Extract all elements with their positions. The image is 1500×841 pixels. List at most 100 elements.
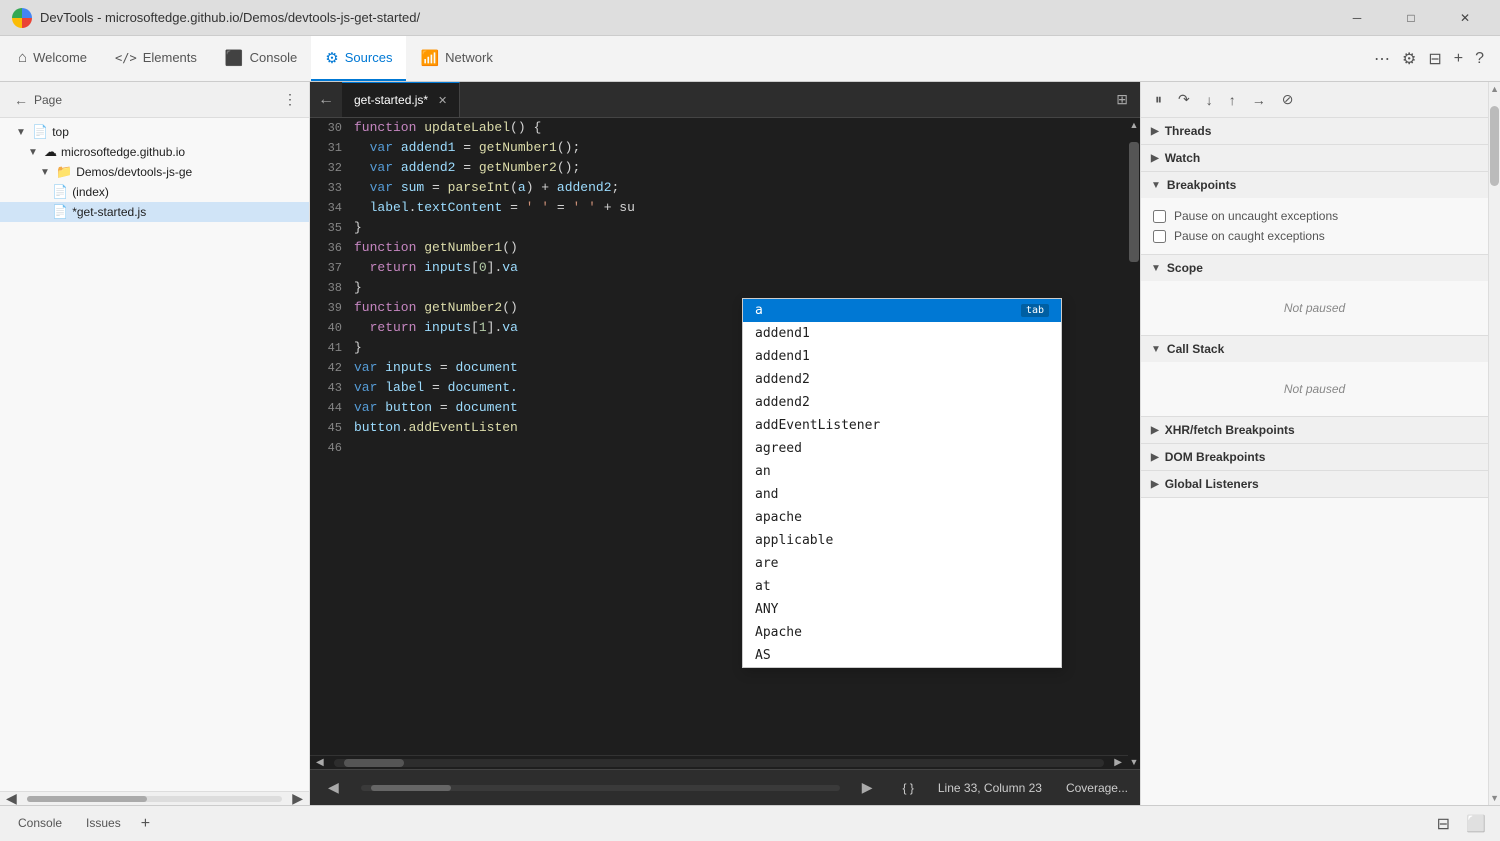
- callstack-header[interactable]: ▼ Call Stack: [1141, 336, 1488, 362]
- editor-tab-close[interactable]: ✕: [438, 94, 447, 107]
- watch-header[interactable]: ▶ Watch: [1141, 145, 1488, 171]
- ac-item-any[interactable]: ANY: [743, 598, 1061, 621]
- status-nav-right[interactable]: ▶: [856, 777, 879, 798]
- window-title: DevTools - microsoftedge.github.io/Demos…: [40, 10, 1334, 25]
- tree-label-demos: Demos/devtools-js-ge: [76, 165, 192, 179]
- bottom-tab-issues[interactable]: Issues: [76, 812, 131, 836]
- step-out-button[interactable]: ↑: [1223, 89, 1242, 111]
- editor-controls: ⊞: [1104, 82, 1140, 117]
- ac-label-addeventlistener: addEventListener: [755, 418, 880, 433]
- editor-tab-get-started[interactable]: get-started.js* ✕: [342, 82, 460, 117]
- tree-arrow-microsoftedge: ▼: [28, 147, 40, 158]
- bottom-dock-button[interactable]: ⊟: [1431, 811, 1456, 837]
- scope-header[interactable]: ▼ Scope: [1141, 255, 1488, 281]
- editor-format-button[interactable]: ⊞: [1112, 87, 1132, 112]
- breakpoints-header[interactable]: ▼ Breakpoints: [1141, 172, 1488, 198]
- ac-item-as[interactable]: AS: [743, 644, 1061, 667]
- tree-arrow-top: ▼: [16, 127, 28, 138]
- pause-uncaught-checkbox[interactable]: [1153, 210, 1166, 223]
- editor-scroll-up[interactable]: ▲: [1128, 118, 1140, 132]
- tree-item-index[interactable]: 📄 (index): [0, 182, 309, 202]
- ac-item-applicable[interactable]: applicable: [743, 529, 1061, 552]
- ac-label-any: ANY: [755, 602, 778, 617]
- maximize-button[interactable]: □: [1388, 3, 1434, 33]
- panel-menu-button[interactable]: ⋮: [279, 89, 301, 110]
- tab-network[interactable]: 📶 Network: [406, 36, 506, 81]
- bottom-bar: Console Issues + ⊟ ⬜: [0, 805, 1500, 841]
- tab-add-icon[interactable]: +: [1450, 46, 1467, 72]
- tree-item-demos[interactable]: ▼ 📁 Demos/devtools-js-ge: [0, 162, 309, 182]
- tab-welcome-label: Welcome: [33, 50, 87, 65]
- ac-item-addeventlistener[interactable]: addEventListener: [743, 414, 1061, 437]
- ac-item-apache-lower[interactable]: apache: [743, 506, 1061, 529]
- step-into-button[interactable]: ↓: [1200, 89, 1219, 111]
- tab-settings-icon[interactable]: ⚙: [1398, 45, 1420, 73]
- right-toolbar: ⏸ ↷ ↓ ↑ → ⊘: [1141, 82, 1488, 118]
- tab-welcome[interactable]: ⌂ Welcome: [4, 36, 101, 81]
- globallisteners-header[interactable]: ▶ Global Listeners: [1141, 471, 1488, 497]
- sources-icon: ⚙: [325, 49, 338, 67]
- editor-scroll-down[interactable]: ▼: [1128, 755, 1140, 769]
- tab-dock-icon[interactable]: ⊟: [1424, 45, 1445, 73]
- step-button[interactable]: →: [1246, 89, 1272, 111]
- deactivate-breakpoints-button[interactable]: ⊘: [1276, 88, 1300, 111]
- ac-item-agreed[interactable]: agreed: [743, 437, 1061, 460]
- ac-item-addend2-2[interactable]: addend2: [743, 391, 1061, 414]
- right-scroll-down[interactable]: ▼: [1489, 791, 1500, 805]
- ac-label-are: are: [755, 556, 778, 571]
- tab-console[interactable]: ⬛ Console: [211, 36, 311, 81]
- left-panel-hscroll: ◀ ▶: [0, 791, 309, 805]
- callstack-arrow: ▼: [1151, 344, 1161, 355]
- ac-item-addend1-2[interactable]: addend1: [743, 345, 1061, 368]
- ac-item-addend1-1[interactable]: addend1: [743, 322, 1061, 345]
- section-threads: ▶ Threads: [1141, 118, 1488, 145]
- left-scroll-left[interactable]: ◀: [0, 788, 23, 805]
- autocomplete-dropdown: a tab addend1 addend1 addend2: [742, 298, 1062, 668]
- editor-back-button[interactable]: ←: [310, 82, 342, 117]
- ac-label-a: a: [755, 303, 763, 318]
- dom-header[interactable]: ▶ DOM Breakpoints: [1141, 444, 1488, 470]
- ac-item-addend2-1[interactable]: addend2: [743, 368, 1061, 391]
- pause-caught-checkbox[interactable]: [1153, 230, 1166, 243]
- ac-item-and[interactable]: and: [743, 483, 1061, 506]
- tree-item-get-started-js[interactable]: 📄 *get-started.js: [0, 202, 309, 222]
- ac-item-are[interactable]: are: [743, 552, 1061, 575]
- xhrfetch-header[interactable]: ▶ XHR/fetch Breakpoints: [1141, 417, 1488, 443]
- tab-elements[interactable]: </> Elements: [101, 36, 211, 81]
- bottom-add-tab-button[interactable]: +: [135, 813, 156, 835]
- editor-hscroll-track: [334, 759, 1105, 767]
- ac-label-an: an: [755, 464, 771, 479]
- tree-item-microsoftedge[interactable]: ▼ ☁ microsoftedge.github.io: [0, 142, 309, 162]
- code-editor[interactable]: 30 function updateLabel() { 31 var adden…: [310, 118, 1128, 755]
- editor-content-area: 30 function updateLabel() { 31 var adden…: [310, 118, 1128, 769]
- ac-item-a[interactable]: a tab: [743, 299, 1061, 322]
- right-panel: ⏸ ↷ ↓ ↑ → ⊘ ▶ Threads ▶ Watch: [1140, 82, 1488, 805]
- minimize-button[interactable]: ─: [1334, 3, 1380, 33]
- bottom-tab-console[interactable]: Console: [8, 812, 72, 836]
- editor-hscroll-left[interactable]: ◀: [310, 757, 330, 768]
- breakpoints-arrow: ▼: [1151, 180, 1161, 191]
- ac-item-apache-upper[interactable]: Apache: [743, 621, 1061, 644]
- ac-item-an[interactable]: an: [743, 460, 1061, 483]
- demos-folder-icon: 📁: [56, 164, 72, 180]
- tree-item-top[interactable]: ▼ 📄 top: [0, 122, 309, 142]
- editor-scroll-track: [1128, 132, 1140, 755]
- tab-sources[interactable]: ⚙ Sources: [311, 36, 406, 81]
- tab-extra-controls: ⋯ ⚙ ⊟ + ?: [1362, 36, 1496, 81]
- dom-label: DOM Breakpoints: [1165, 450, 1266, 464]
- tab-customize-icon[interactable]: ⋯: [1370, 45, 1394, 73]
- left-scroll-right[interactable]: ▶: [286, 788, 309, 805]
- threads-header[interactable]: ▶ Threads: [1141, 118, 1488, 144]
- pause-resume-button[interactable]: ⏸: [1149, 88, 1168, 111]
- bottom-undock-button[interactable]: ⬜: [1460, 811, 1492, 837]
- section-callstack: ▼ Call Stack Not paused: [1141, 336, 1488, 417]
- panel-back-button[interactable]: ←: [8, 90, 34, 110]
- right-scroll-up[interactable]: ▲: [1489, 82, 1500, 96]
- editor-hscroll-right[interactable]: ▶: [1108, 757, 1128, 768]
- tab-help-icon[interactable]: ?: [1471, 46, 1488, 72]
- status-nav-left[interactable]: ◀: [322, 777, 345, 798]
- ac-item-at[interactable]: at: [743, 575, 1061, 598]
- network-icon: 📶: [420, 49, 439, 67]
- close-button[interactable]: ✕: [1442, 3, 1488, 33]
- step-over-button[interactable]: ↷: [1172, 88, 1196, 111]
